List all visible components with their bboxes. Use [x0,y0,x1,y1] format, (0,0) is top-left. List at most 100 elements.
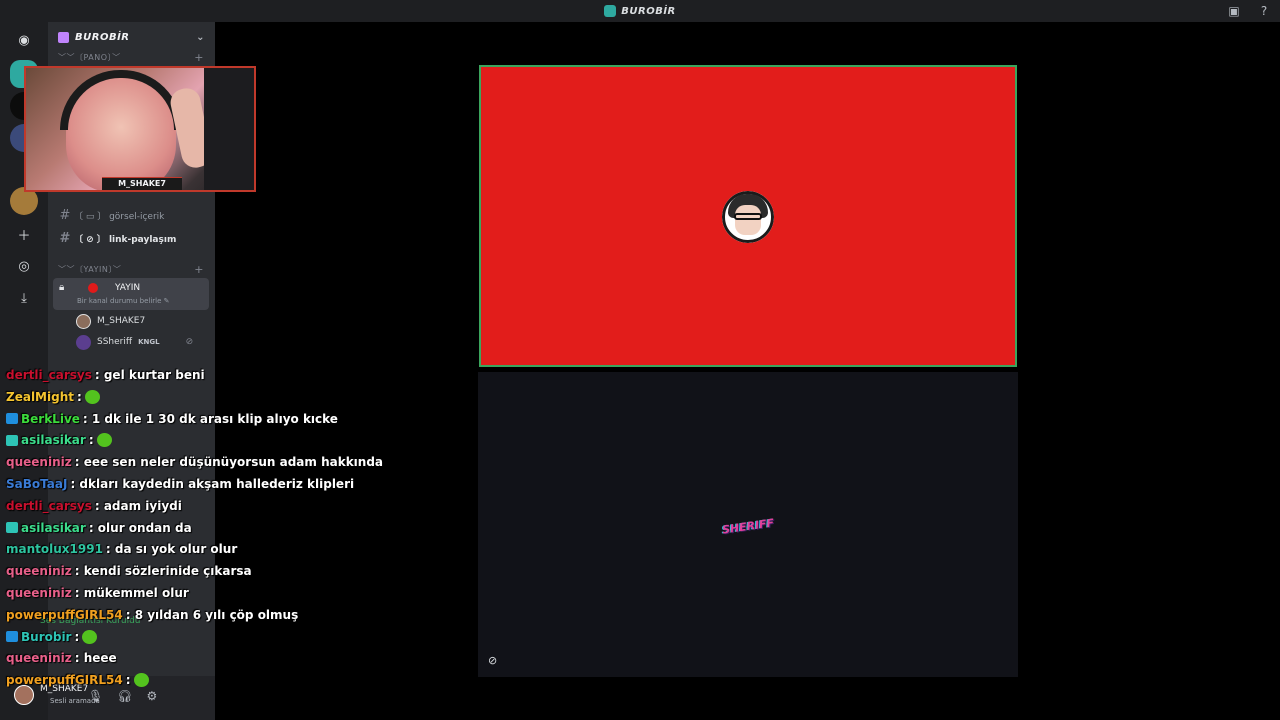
chat-badge-icon [6,434,18,446]
participant-avatar [722,191,774,243]
voice-member[interactable]: SSheriff KNGL ⊘ [76,333,193,351]
chat-message: queeniniz: mükemmel olur [6,586,189,600]
channel-label: 〔 ⊘ 〕 link-paylaşım [74,234,177,245]
chat-message: asilasikar: olur ondan da [6,521,192,535]
record-icon [83,282,103,294]
channel-link-paylasim[interactable]: # 〔 ⊘ 〕 link-paylaşım [56,228,206,248]
chat-username: queeniniz [6,651,72,666]
chat-text: : eee sen neler düşünüyorsun adam hakkın… [74,455,384,470]
voice-channel-name: YAYIN [115,283,141,293]
server-header[interactable]: BUROBİR ⌄ [48,22,215,52]
lock-icon: 🔒︎ [59,282,65,293]
chat-username: powerpuffGIRL54 [6,673,123,688]
app-window: BUROBİR ▣ ? ◉ ＋ ◎ ⤓ BUROBİR ⌄ ﹀﹀〔PANO〕﹀ … [0,0,1280,720]
microphone-icon[interactable]: 🎙︎ [88,689,103,703]
chat-username: Burobir [21,629,72,644]
settings-gear-icon[interactable]: ⚙ [146,689,157,703]
chat-message: ZealMight: [6,389,100,404]
headset [60,70,182,130]
chat-text: : adam iyiydi [94,498,182,513]
muted-icon: ⊘ [185,337,194,347]
chat-username: mantolux1991 [6,542,103,557]
inbox-icon[interactable]: ▣ [1226,3,1242,19]
chat-text: : [125,673,131,688]
chat-emote-icon [82,629,98,644]
video-tile-sheriff[interactable]: SHERIFF ⊘ [478,372,1018,677]
chat-message: SaBoTaaJ: dkları kaydedin akşam halleder… [6,477,354,491]
chat-message: queeniniz: heee [6,651,117,665]
voice-member[interactable]: M_SHAKE7 [76,312,145,330]
member-name: SSheriff [97,337,133,347]
chat-username: ZealMight [6,389,74,404]
download-icon[interactable]: ⤓ [10,284,38,312]
chat-username: asilasikar [21,433,86,448]
chat-badge-icon [6,522,18,534]
chat-message: dertli_carsys: gel kurtar beni [6,368,205,382]
chat-text: : da sı yok olur olur [105,542,238,557]
title-bar: BUROBİR ▣ ? [0,0,1280,22]
window-title-text: BUROBİR [621,5,676,17]
add-channel-icon[interactable]: + [194,263,204,276]
chat-message: powerpuffGIRL54: [6,673,149,688]
chat-badge-icon [6,631,18,643]
category-yayin[interactable]: ﹀﹀〔YAYIN〕﹀ + [58,263,208,276]
chat-text: : heee [74,651,117,666]
chat-username: asilasikar [21,520,86,535]
chat-username: queeniniz [6,586,72,600]
chat-message: Burobir: [6,629,98,644]
channel-gorsel-icerik[interactable]: # 〔 ▭ 〕 görsel-içerik [56,205,206,225]
chat-text: : [76,389,82,404]
chat-username: dertli_carsys [6,498,92,513]
chat-username: queeniniz [6,564,72,579]
member-tag: KNGL [138,338,160,346]
avatar [76,313,91,329]
user-avatar[interactable] [14,685,34,705]
add-server-icon[interactable]: ＋ [10,220,38,248]
category-pano[interactable]: ﹀﹀〔PANO〕﹀ + [58,51,208,64]
voice-channel-status[interactable]: Bir kanal durumu belirle ✎ [77,297,170,305]
chat-username: dertli_carsys [6,368,92,382]
avatar-ring [722,191,774,243]
chat-message: mantolux1991: da sı yok olur olur [6,542,237,556]
explore-icon[interactable]: ◎ [10,252,38,280]
server-name: BUROBİR [75,31,130,43]
chat-emote-icon [96,433,112,448]
headphones-icon[interactable]: 🎧︎ [117,689,132,703]
chat-message: dertli_carsys: adam iyiydi [6,499,182,513]
chat-message: powerpuffGIRL54: 8 yıldan 6 yılı çöp olm… [6,608,298,622]
hash-icon: # [59,207,71,223]
background-shirt [204,68,254,190]
muted-icon: ⊘ [488,654,498,667]
chat-message: queeniniz: eee sen neler düşünüyorsun ad… [6,455,383,469]
chat-text: : 8 yıldan 6 yılı çöp olmuş [125,607,299,622]
chat-text: : gel kurtar beni [94,368,205,382]
server-badge-icon [58,31,69,43]
chat-emote-icon [84,389,100,404]
channel-label: 〔 ▭ 〕 görsel-içerik [74,211,165,222]
chat-text: : 1 dk ile 1 30 dk arası klip alıyo kıck… [82,411,338,426]
category-label: ﹀﹀〔YAYIN〕﹀ [58,265,122,274]
voice-channel-yayin[interactable]: 🔒︎ YAYIN Bir kanal durumu belirle ✎ [53,278,209,310]
chat-text: : [88,433,94,448]
chat-message: asilasikar: [6,433,112,448]
chat-badge-icon [6,413,18,425]
discord-home-icon[interactable]: ◉ [10,26,38,54]
member-name: M_SHAKE7 [97,316,146,326]
chat-text: : olur ondan da [88,520,192,535]
window-title: BUROBİR [604,5,676,17]
chat-text: : kendi sözlerinide çıkarsa [74,564,252,579]
chat-emote-icon [133,673,149,688]
chat-message: queeniniz: kendi sözlerinide çıkarsa [6,564,252,578]
webcam-label: M_SHAKE7 [102,177,182,190]
video-tile-speaking[interactable] [479,65,1017,367]
chat-text: : [74,629,80,644]
sheriff-logo: SHERIFF [721,515,775,537]
chevron-down-icon: ⌄ [196,31,205,43]
add-channel-icon[interactable]: + [194,51,204,64]
chat-username: powerpuffGIRL54 [6,607,123,622]
chat-message: BerkLive: 1 dk ile 1 30 dk arası klip al… [6,412,338,426]
help-icon[interactable]: ? [1256,3,1272,19]
chat-username: BerkLive [21,411,80,426]
chat-text: : mükemmel olur [74,586,189,600]
server-logo-icon [604,5,617,17]
